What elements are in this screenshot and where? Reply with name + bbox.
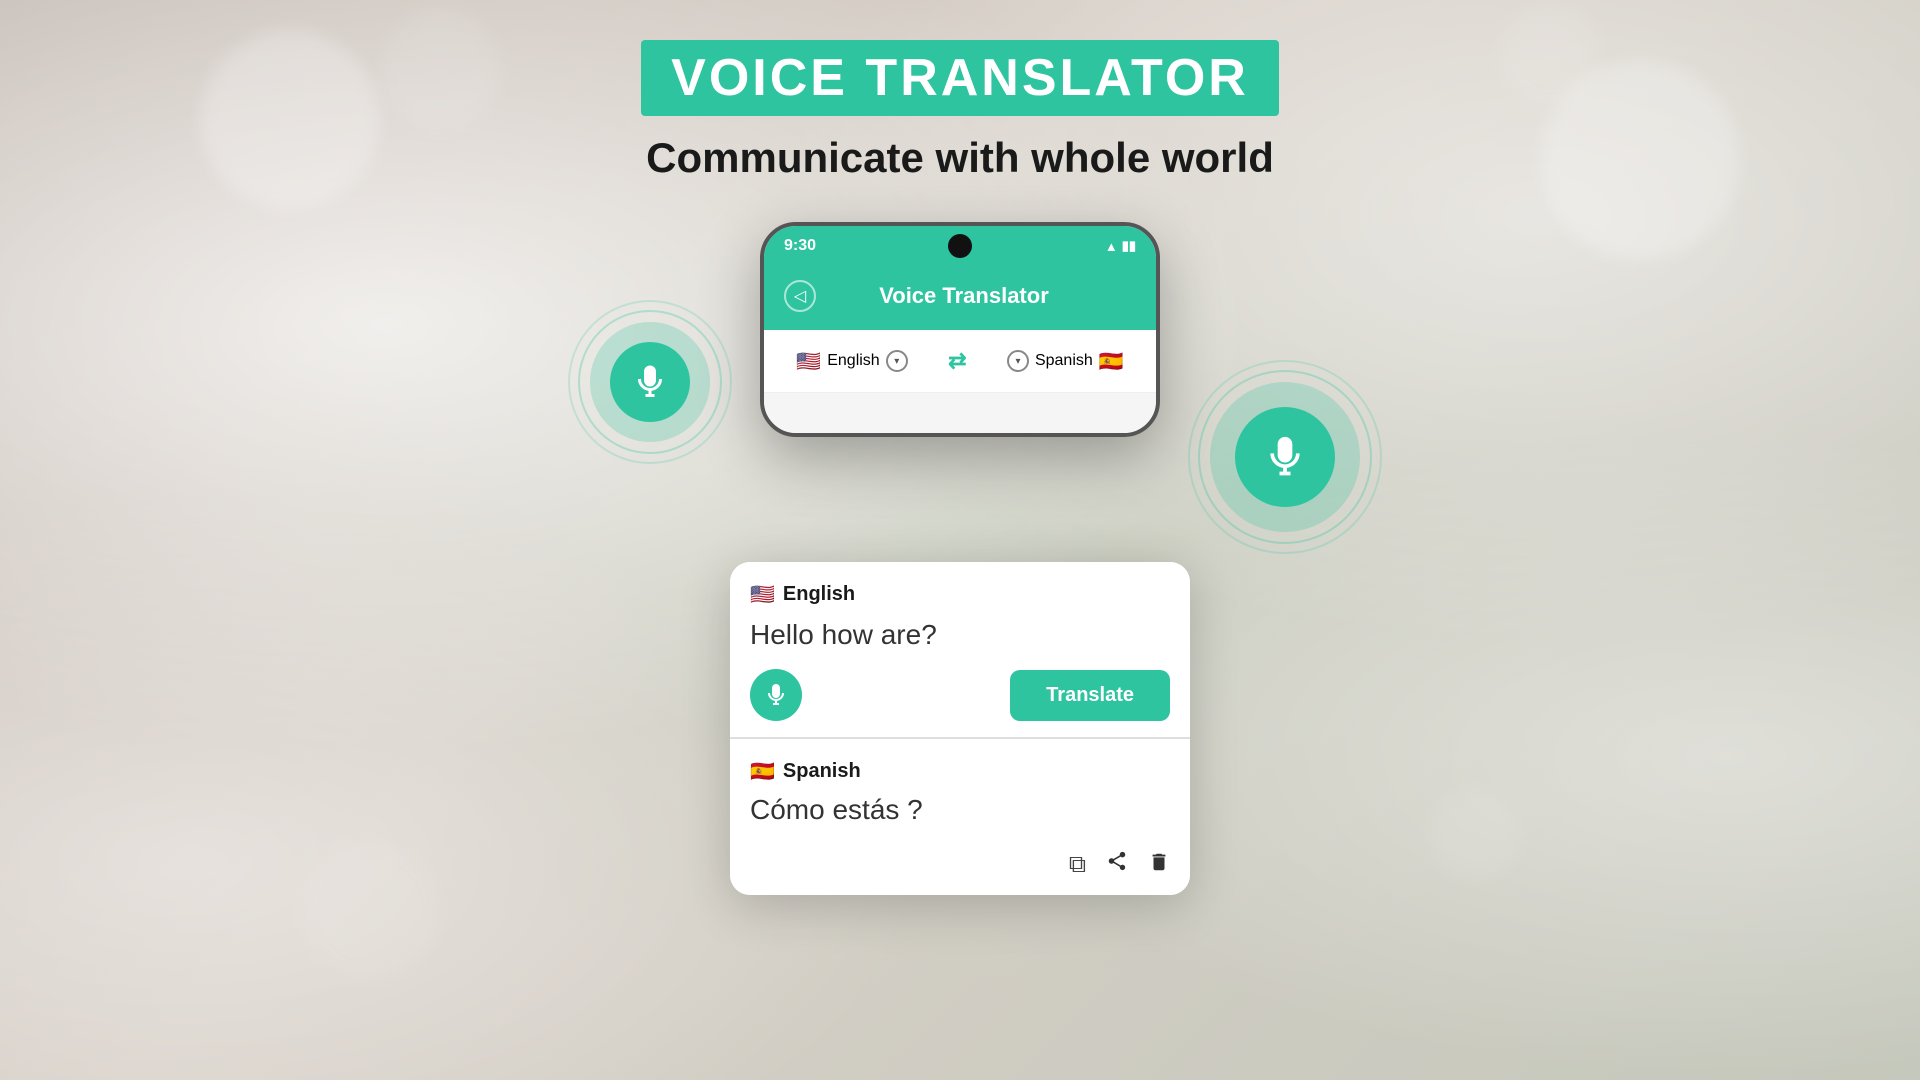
app-title-badge: VOICE TRANSLATOR: [641, 40, 1279, 116]
chevron-to-icon: ▾: [1015, 356, 1020, 367]
lang-to-selector[interactable]: ▾ Spanish 🇪🇸: [1007, 349, 1124, 374]
camera-notch: [948, 234, 972, 258]
english-lang-text: English: [783, 583, 855, 606]
spanish-output-text: Cómo estás ?: [750, 794, 1170, 826]
mic-inner-left[interactable]: [610, 342, 690, 422]
status-bar: 9:30 ▲ ▮▮: [764, 226, 1156, 266]
back-button[interactable]: ◁: [784, 280, 816, 312]
swap-icon: ⇄: [948, 348, 966, 374]
phone-wrapper: 9:30 ▲ ▮▮ ◁ Voice Translator 🇺🇸 English: [510, 222, 1410, 437]
share-icon: [1106, 850, 1128, 872]
main-content: VOICE TRANSLATOR Communicate with whole …: [0, 0, 1920, 437]
app-header: ◁ Voice Translator: [764, 266, 1156, 330]
english-flag: 🇺🇸: [750, 582, 775, 607]
english-input-section: 🇺🇸 English Hello how are? Translate: [730, 562, 1190, 738]
mic-outer-left: [590, 322, 710, 442]
output-actions-row: ⧉: [750, 842, 1170, 879]
microphone-left-icon: [632, 364, 668, 400]
mic-small-icon: [764, 683, 788, 707]
status-time: 9:30: [784, 237, 816, 255]
spanish-flag: 🇪🇸: [750, 759, 775, 784]
swap-button[interactable]: ⇄: [940, 344, 974, 378]
spanish-lang-text: Spanish: [783, 760, 861, 783]
mic-bubble-right: [1210, 382, 1360, 532]
chevron-to[interactable]: ▾: [1007, 350, 1029, 372]
spanish-lang-label-row: 🇪🇸 Spanish: [750, 759, 1170, 784]
app-header-title: Voice Translator: [832, 283, 1096, 309]
status-icons: ▲ ▮▮: [1105, 238, 1136, 254]
bokeh-5: [300, 840, 440, 980]
mic-bubble-left: [590, 322, 710, 442]
mic-small-button[interactable]: [750, 669, 802, 721]
lang-from-label: English: [827, 352, 879, 370]
spanish-output-section: 🇪🇸 Spanish Cómo estás ? ⧉: [730, 739, 1190, 895]
delete-button[interactable]: [1148, 851, 1170, 879]
input-actions-row: Translate: [750, 669, 1170, 721]
mic-outer-right: [1210, 382, 1360, 532]
signal-icon: ▲: [1105, 239, 1118, 254]
back-icon: ◁: [794, 286, 806, 306]
copy-button[interactable]: ⧉: [1069, 851, 1086, 879]
lang-from-selector[interactable]: 🇺🇸 English ▾: [796, 349, 907, 374]
phone-frame: 9:30 ▲ ▮▮ ◁ Voice Translator 🇺🇸 English: [760, 222, 1160, 437]
microphone-right-icon: [1263, 435, 1307, 479]
english-input-text[interactable]: Hello how are?: [750, 617, 1170, 653]
phone-bottom-area: [764, 393, 1156, 433]
chevron-from-icon: ▾: [894, 356, 899, 367]
flag-from: 🇺🇸: [796, 349, 821, 374]
language-bar: 🇺🇸 English ▾ ⇄ ▾ Spanish 🇪🇸: [764, 330, 1156, 393]
app-subtitle: Communicate with whole world: [646, 134, 1274, 182]
battery-icon: ▮▮: [1122, 238, 1136, 254]
flag-to: 🇪🇸: [1099, 349, 1124, 374]
chevron-from[interactable]: ▾: [886, 350, 908, 372]
mic-inner-right[interactable]: [1235, 407, 1335, 507]
bokeh-6: [1430, 790, 1520, 880]
share-button[interactable]: [1106, 850, 1128, 879]
english-lang-label-row: 🇺🇸 English: [750, 582, 1170, 607]
delete-icon: [1148, 851, 1170, 873]
floating-translation-card: 🇺🇸 English Hello how are? Translate: [730, 562, 1190, 895]
translate-button[interactable]: Translate: [1010, 670, 1170, 721]
lang-to-label: Spanish: [1035, 352, 1093, 370]
